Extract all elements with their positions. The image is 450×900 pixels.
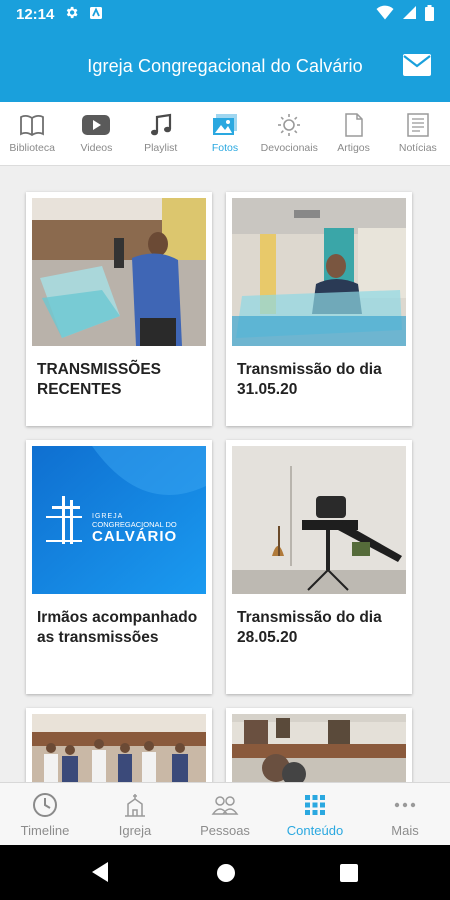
video-icon: [82, 112, 111, 138]
recents-button[interactable]: [340, 864, 358, 887]
album-card[interactable]: [26, 708, 212, 782]
tab-artigos[interactable]: Artigos: [321, 102, 385, 166]
tab-fotos[interactable]: Fotos: [193, 102, 257, 166]
album-card[interactable]: Transmissão do dia 28.05.20: [226, 440, 412, 694]
nav-label: Igreja: [118, 823, 152, 838]
people-icon: [211, 791, 239, 819]
app-bar: Igreja Congregacional do Calvário: [0, 29, 450, 102]
tab-playlist[interactable]: Playlist: [129, 102, 193, 166]
document-icon: [340, 112, 368, 138]
logo-line-3: CALVÁRIO: [92, 528, 177, 545]
nav-pessoas[interactable]: Pessoas: [180, 783, 270, 845]
album-card[interactable]: Transmissão do dia 31.05.20: [226, 192, 412, 426]
album-photo: [232, 446, 406, 594]
tab-label: Videos: [80, 142, 113, 154]
battery-icon: [425, 4, 434, 25]
status-bar: 12:14: [0, 0, 450, 29]
nav-igreja[interactable]: Igreja: [90, 783, 180, 845]
nav-label: Timeline: [20, 823, 70, 838]
recents-icon: [340, 864, 358, 882]
album-title: Transmissão do dia 28.05.20: [237, 609, 382, 646]
settings-icon: [64, 5, 79, 24]
tab-label: Artigos: [337, 142, 370, 154]
music-icon: [147, 112, 175, 138]
album-title: Transmissão do dia 31.05.20: [237, 361, 382, 398]
nav-conteudo[interactable]: Conteúdo: [270, 783, 360, 845]
system-navigation-bar: [0, 845, 450, 900]
tab-label: Playlist: [144, 142, 178, 154]
church-icon: [121, 791, 149, 819]
home-icon: [217, 864, 235, 882]
nav-label: Mais: [391, 823, 419, 838]
tab-noticias[interactable]: Notícias: [386, 102, 450, 166]
tab-devocionais[interactable]: Devocionais: [257, 102, 321, 166]
album-card[interactable]: IGREJA CONGREGACIONAL DO CALVÁRIO Irmãos…: [26, 440, 212, 694]
album-grid: TRANSMISSÕES RECENTES Transmissão do dia…: [0, 166, 450, 782]
back-button[interactable]: [90, 861, 110, 888]
nav-label: Pessoas: [200, 823, 250, 838]
photos-icon: [211, 112, 239, 138]
mail-button[interactable]: [402, 53, 432, 77]
album-photo: [32, 198, 206, 346]
tab-label: Notícias: [398, 142, 437, 154]
tab-label: Fotos: [211, 142, 239, 154]
book-icon: [18, 112, 46, 138]
clock-icon: [31, 791, 59, 819]
album-photo: [232, 714, 406, 782]
grid-icon: [301, 791, 329, 819]
tab-label: Devocionais: [260, 142, 318, 154]
app-notification-icon: [89, 6, 103, 24]
app-title: Igreja Congregacional do Calvário: [87, 56, 363, 76]
bottom-navigation: Timeline Igreja Pessoas Conteúdo Mais: [0, 782, 450, 845]
content-tabs: Biblioteca Videos Playlist Fotos Devocio…: [0, 102, 450, 166]
album-photo: IGREJA CONGREGACIONAL DO CALVÁRIO: [32, 446, 206, 594]
back-icon: [92, 862, 108, 882]
signal-icon: [402, 5, 417, 24]
album-title: TRANSMISSÕES RECENTES: [37, 361, 162, 398]
album-title: Irmãos acompanhado as transmissões: [37, 609, 198, 646]
more-icon: [391, 791, 419, 819]
album-photo: [232, 198, 406, 346]
mail-icon: [403, 54, 431, 76]
nav-timeline[interactable]: Timeline: [0, 783, 90, 845]
nav-mais[interactable]: Mais: [360, 783, 450, 845]
wifi-icon: [376, 5, 394, 24]
album-photo: [32, 714, 206, 782]
news-icon: [404, 112, 432, 138]
sun-icon: [275, 112, 303, 138]
tab-biblioteca[interactable]: Biblioteca: [0, 102, 64, 166]
logo-line-1: IGREJA: [92, 513, 123, 520]
tab-label: Biblioteca: [9, 142, 55, 154]
home-button[interactable]: [216, 863, 236, 888]
nav-label: Conteúdo: [286, 823, 344, 838]
album-card[interactable]: [226, 708, 412, 782]
album-card[interactable]: TRANSMISSÕES RECENTES: [26, 192, 212, 426]
status-time: 12:14: [16, 6, 55, 23]
tab-videos[interactable]: Videos: [64, 102, 128, 166]
